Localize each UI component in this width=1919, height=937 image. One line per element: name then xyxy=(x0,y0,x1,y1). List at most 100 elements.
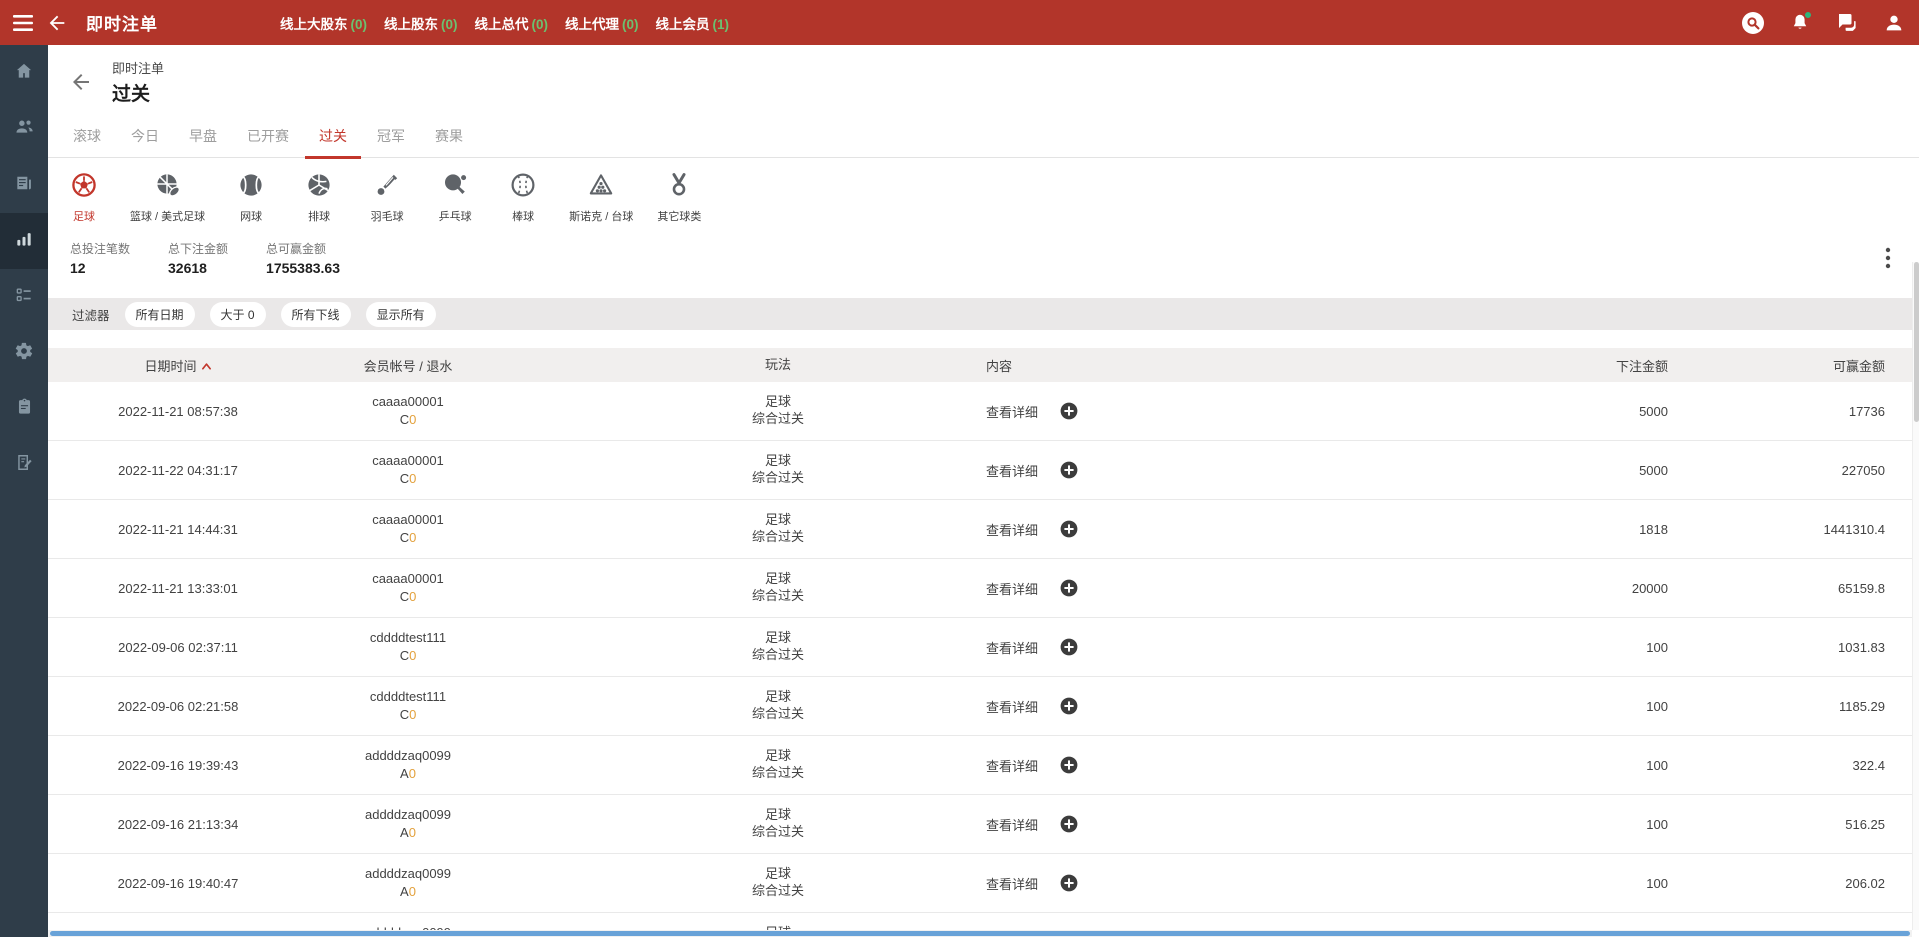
expand-plus-icon[interactable] xyxy=(1060,815,1078,833)
sport-table-tennis[interactable]: 乒乓球 xyxy=(433,172,477,224)
back-icon[interactable] xyxy=(40,6,74,40)
column-header-account[interactable]: 会员帐号 / 退水 xyxy=(308,356,508,375)
nav-online-general-agent[interactable]: 线上总代 (0) xyxy=(475,13,549,33)
sport-badminton[interactable]: 羽毛球 xyxy=(365,172,409,224)
sport-soccer[interactable]: 足球 xyxy=(62,172,106,224)
sidebar-item-logs[interactable] xyxy=(0,437,48,493)
cell-winnable: 516.25 xyxy=(1845,816,1885,832)
expand-plus-icon[interactable] xyxy=(1060,638,1078,656)
vertical-scrollbar[interactable] xyxy=(1912,262,1919,930)
summary-bar: 总投注笔数 12 总下注金额 32618 总可赢金额 1755383.63 xyxy=(48,240,1919,276)
sport-other[interactable]: 其它球类 xyxy=(657,172,701,224)
sidebar-item-bets[interactable] xyxy=(0,213,48,269)
rebate-label: C0 xyxy=(399,648,417,663)
sport-snooker[interactable]: 斯诺克 / 台球 xyxy=(569,172,633,224)
sport-basketball[interactable]: 篮球 / 美式足球 xyxy=(130,172,205,224)
cell-account: caaaa00001 C0 xyxy=(308,511,508,546)
expand-plus-icon[interactable] xyxy=(1060,697,1078,715)
tab-today[interactable]: 今日 xyxy=(117,114,173,158)
tab-results[interactable]: 赛果 xyxy=(421,114,477,158)
filter-chip-all-dates[interactable]: 所有日期 xyxy=(124,301,195,327)
sidebar-item-home[interactable] xyxy=(0,45,48,101)
filter-chip-show-all[interactable]: 显示所有 xyxy=(365,301,436,327)
cell-account: cddddtest111 C0 xyxy=(308,688,508,723)
column-header-datetime[interactable]: 日期时间 xyxy=(48,356,308,375)
table-header: 日期时间 会员帐号 / 退水 玩法 内容 下注金额 可赢金额 xyxy=(48,348,1919,382)
cell-content: 查看详细 xyxy=(958,815,1318,834)
expand-plus-icon[interactable] xyxy=(1060,874,1078,892)
cell-bet-amount: 1818 xyxy=(1639,521,1668,537)
horizontal-scrollbar[interactable] xyxy=(48,930,1912,937)
view-detail-link[interactable]: 查看详细 xyxy=(986,461,1038,480)
expand-plus-icon[interactable] xyxy=(1060,579,1078,597)
cell-datetime: 2022-09-06 02:21:58 xyxy=(117,698,239,714)
bell-icon[interactable] xyxy=(1785,6,1815,40)
cell-play: 足球 综合过关 xyxy=(751,512,804,544)
home-icon xyxy=(14,61,34,86)
table-row: 2022-09-16 21:13:34 addddzaq0099 A0 足球 综… xyxy=(48,795,1919,854)
sport-volleyball[interactable]: 排球 xyxy=(297,172,341,224)
menu-icon[interactable] xyxy=(6,6,40,40)
stat-total-winnable-amount: 总可赢金额 1755383.63 xyxy=(266,242,340,276)
nav-online-shareholder[interactable]: 线上股东 (0) xyxy=(384,13,458,33)
cell-play: 足球 综合过关 xyxy=(751,807,804,839)
table-row: 2022-11-21 13:33:01 caaaa00001 C0 足球 综合过… xyxy=(48,559,1919,618)
table-row: 2022-11-21 08:57:38 caaaa00001 C0 足球 综合过… xyxy=(48,382,1919,441)
tab-parlay[interactable]: 过关 xyxy=(305,114,361,159)
account-icon[interactable] xyxy=(1879,6,1909,40)
expand-plus-icon[interactable] xyxy=(1060,520,1078,538)
view-detail-link[interactable]: 查看详细 xyxy=(986,579,1038,598)
view-detail-link[interactable]: 查看详细 xyxy=(986,520,1038,539)
sidebar-item-users[interactable] xyxy=(0,101,48,157)
nav-online-agent[interactable]: 线上代理 (0) xyxy=(565,13,639,33)
filter-chip-all-downlines[interactable]: 所有下线 xyxy=(280,301,351,327)
cell-account: cddddtest111 C0 xyxy=(308,629,508,664)
view-detail-link[interactable]: 查看详细 xyxy=(986,402,1038,421)
column-header-content[interactable]: 内容 xyxy=(958,356,1318,375)
sidebar xyxy=(0,45,48,937)
cell-account: addddzaq0099 A0 xyxy=(308,865,508,900)
column-header-bet-amount[interactable]: 下注金额 xyxy=(1318,356,1668,375)
more-options-icon[interactable] xyxy=(1885,246,1891,275)
tab-started[interactable]: 已开赛 xyxy=(233,114,303,158)
cell-winnable: 1031.83 xyxy=(1838,639,1885,655)
nav-online-major-shareholder[interactable]: 线上大股东 (0) xyxy=(280,13,367,33)
tab-early[interactable]: 早盘 xyxy=(175,114,231,158)
view-detail-link[interactable]: 查看详细 xyxy=(986,638,1038,657)
cell-bet-amount: 100 xyxy=(1646,639,1668,655)
view-detail-link[interactable]: 查看详细 xyxy=(986,815,1038,834)
cell-datetime: 2022-11-21 13:33:01 xyxy=(118,580,238,596)
bets-table: 日期时间 会员帐号 / 退水 玩法 内容 下注金额 可赢金额 2022-11-2… xyxy=(48,348,1919,937)
sidebar-item-settings[interactable] xyxy=(0,325,48,381)
vertical-scrollbar-thumb[interactable] xyxy=(1914,262,1919,422)
expand-plus-icon[interactable] xyxy=(1060,402,1078,420)
horizontal-scrollbar-thumb[interactable] xyxy=(50,931,1910,936)
view-detail-link[interactable]: 查看详细 xyxy=(986,697,1038,716)
expand-plus-icon[interactable] xyxy=(1060,756,1078,774)
notification-dot xyxy=(1804,10,1812,19)
tab-rolling[interactable]: 滚球 xyxy=(59,114,115,158)
nav-online-member[interactable]: 线上会员 (1) xyxy=(656,13,730,33)
view-detail-link[interactable]: 查看详细 xyxy=(986,756,1038,775)
cell-account: addddzaq0099 A0 xyxy=(308,747,508,782)
page-back-icon[interactable] xyxy=(66,67,96,97)
sidebar-item-reports[interactable] xyxy=(0,157,48,213)
sport-tennis[interactable]: 网球 xyxy=(229,172,273,224)
search-icon[interactable] xyxy=(1738,6,1768,40)
cell-winnable: 227050 xyxy=(1841,462,1885,478)
cell-bet-amount: 5000 xyxy=(1639,403,1668,419)
view-detail-link[interactable]: 查看详细 xyxy=(986,874,1038,893)
sidebar-item-menu[interactable] xyxy=(0,269,48,325)
filter-chip-greater-than-zero[interactable]: 大于 0 xyxy=(209,301,266,327)
rebate-label: A0 xyxy=(400,766,416,781)
sidebar-item-clipboard[interactable] xyxy=(0,381,48,437)
snooker-icon xyxy=(588,172,614,203)
column-header-play[interactable]: 玩法 xyxy=(508,357,958,374)
expand-plus-icon[interactable] xyxy=(1060,461,1078,479)
sport-baseball[interactable]: 棒球 xyxy=(501,172,545,224)
tab-champion[interactable]: 冠军 xyxy=(363,114,419,158)
chat-icon[interactable] xyxy=(1832,6,1862,40)
column-header-winnable[interactable]: 可赢金额 xyxy=(1668,356,1919,375)
sort-asc-icon xyxy=(201,358,212,373)
stat-total-bets: 总投注笔数 12 xyxy=(70,242,131,276)
